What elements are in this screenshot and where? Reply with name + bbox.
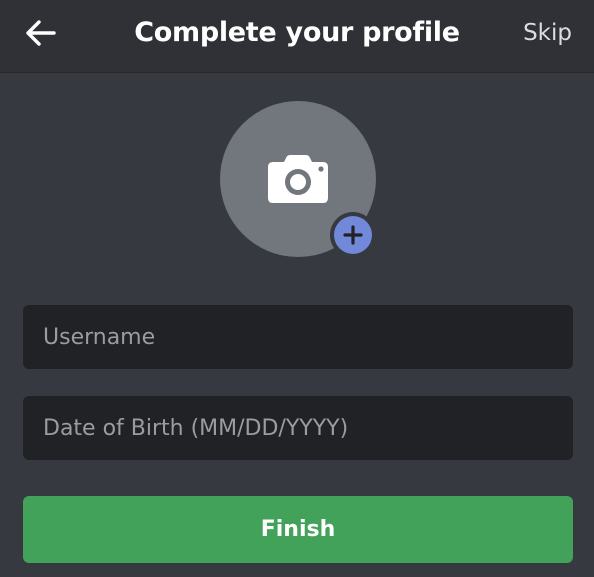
plus-icon	[343, 225, 363, 245]
camera-icon	[268, 155, 328, 203]
skip-button[interactable]: Skip	[523, 18, 572, 48]
username-input[interactable]	[43, 324, 553, 350]
date-of-birth-input[interactable]	[43, 415, 553, 441]
finish-button[interactable]: Finish	[23, 496, 573, 563]
username-field[interactable]	[23, 305, 573, 369]
add-photo-badge[interactable]	[330, 212, 376, 258]
add-photo-badge-fill	[334, 216, 372, 254]
date-of-birth-field[interactable]	[23, 396, 573, 460]
avatar-uploader	[220, 101, 376, 258]
page-title: Complete your profile	[134, 17, 460, 48]
top-bar: Complete your profile Skip	[0, 0, 594, 73]
